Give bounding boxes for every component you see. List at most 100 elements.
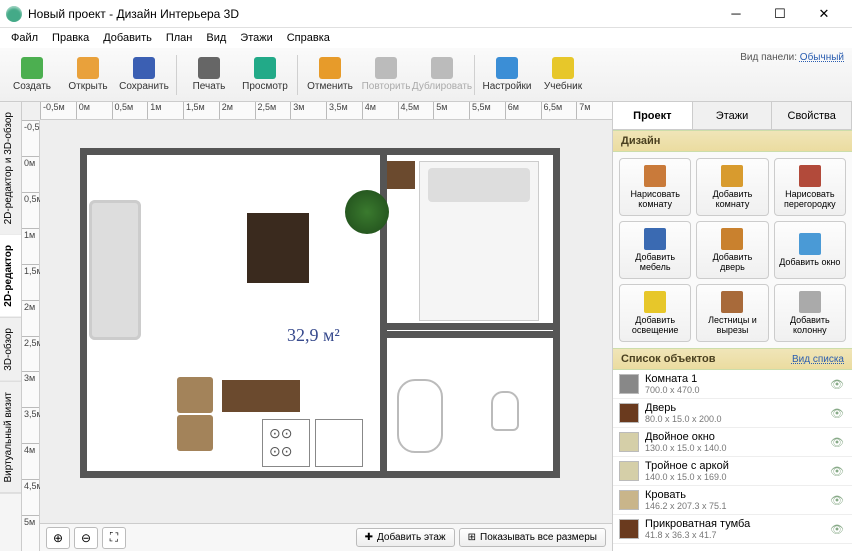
furniture-bed[interactable] bbox=[419, 161, 539, 321]
furniture-bathtub[interactable] bbox=[397, 379, 443, 453]
tool-Добавить окно[interactable]: Добавить окно bbox=[774, 221, 846, 279]
object-item[interactable]: Двойное окно130.0 x 15.0 x 140.0👁 bbox=[613, 428, 852, 457]
toolbar-Сохранить[interactable]: Сохранить bbox=[116, 51, 172, 99]
vertical-ruler: -0,5м0м0,5м1м1,5м2м2,5м3м3,5м4м4,5м5м bbox=[22, 120, 40, 551]
tool-Добавить дверь[interactable]: Добавить дверь bbox=[696, 221, 768, 279]
object-thumb-icon bbox=[619, 403, 639, 423]
right-panel: ПроектЭтажиСвойства Дизайн Нарисовать ко… bbox=[612, 102, 852, 551]
furniture-plant[interactable] bbox=[345, 190, 389, 234]
add-floor-button[interactable]: ✚Добавить этаж bbox=[356, 528, 455, 547]
minimize-button[interactable]: ─ bbox=[714, 0, 758, 28]
object-dimensions: 80.0 x 15.0 x 200.0 bbox=[645, 414, 824, 424]
tool-Нарисовать комнату[interactable]: Нарисовать комнату bbox=[619, 158, 691, 216]
furniture-nightstand[interactable] bbox=[387, 161, 415, 189]
rtab-Свойства[interactable]: Свойства bbox=[772, 102, 852, 129]
furniture-tv-stand[interactable] bbox=[247, 213, 309, 283]
object-dimensions: 130.0 x 15.0 x 140.0 bbox=[645, 443, 824, 453]
tool-icon bbox=[721, 165, 743, 187]
show-all-dimensions-button[interactable]: ⊞Показывать все размеры bbox=[459, 528, 606, 547]
toolbar-Открыть[interactable]: Открыть bbox=[60, 51, 116, 99]
rtab-Проект[interactable]: Проект bbox=[613, 102, 693, 129]
menu-Файл[interactable]: Файл bbox=[4, 30, 45, 46]
furniture-countertop[interactable] bbox=[315, 419, 363, 467]
object-thumb-icon bbox=[619, 519, 639, 539]
object-name: Прикроватная тумба bbox=[645, 518, 824, 530]
furniture-stove[interactable] bbox=[262, 419, 310, 467]
menu-Добавить[interactable]: Добавить bbox=[96, 30, 159, 46]
visibility-icon[interactable]: 👁 bbox=[830, 494, 846, 507]
object-item[interactable]: Дверь80.0 x 15.0 x 200.0 👁 bbox=[613, 399, 852, 428]
panel-view-label: Вид панели: Обычный bbox=[740, 52, 844, 63]
object-name: Кровать bbox=[645, 489, 824, 501]
object-item[interactable]: Тройное с аркой140.0 x 15.0 x 169.0👁 bbox=[613, 457, 852, 486]
visibility-icon[interactable]: 👁 bbox=[830, 407, 846, 420]
object-thumb-icon bbox=[619, 490, 639, 510]
menu-План[interactable]: План bbox=[159, 30, 200, 46]
furniture-chair[interactable] bbox=[177, 377, 213, 413]
tool-icon bbox=[721, 228, 743, 250]
object-list: Комната 1700.0 x 470.0👁Дверь80.0 x 15.0 … bbox=[613, 370, 852, 551]
horizontal-ruler: -0,5м0м0,5м1м1,5м2м2,5м3м3,5м4м4,5м5м5,5… bbox=[40, 102, 612, 120]
menu-Этажи[interactable]: Этажи bbox=[233, 30, 279, 46]
vtab-0[interactable]: 2D-редактор и 3D-обзор bbox=[0, 102, 21, 235]
furniture-sideboard[interactable] bbox=[222, 380, 300, 412]
menu-Правка[interactable]: Правка bbox=[45, 30, 96, 46]
furniture-toilet[interactable] bbox=[491, 391, 519, 431]
object-name: Комната 1 bbox=[645, 373, 824, 385]
toolbar-separator bbox=[297, 55, 298, 95]
object-thumb-icon bbox=[619, 374, 639, 394]
toolbar-Просмотр[interactable]: Просмотр bbox=[237, 51, 293, 99]
object-item[interactable]: Кровать146.2 x 207.3 x 75.1👁 bbox=[613, 486, 852, 515]
toolbar-separator bbox=[474, 55, 475, 95]
furniture-chair[interactable] bbox=[177, 415, 213, 451]
vtab-1[interactable]: 2D-редактор bbox=[0, 235, 21, 318]
list-view-link[interactable]: Вид списка bbox=[792, 354, 844, 365]
tool-Лестницы и вырезы[interactable]: Лестницы и вырезы bbox=[696, 284, 768, 342]
zoom-out-button[interactable]: ⊖ bbox=[74, 527, 98, 549]
tool-Добавить мебель[interactable]: Добавить мебель bbox=[619, 221, 691, 279]
tool-icon bbox=[721, 291, 743, 313]
zoom-fit-button[interactable]: ⛶ bbox=[102, 527, 126, 549]
panel-view-link[interactable]: Обычный bbox=[800, 52, 844, 63]
app-logo-icon bbox=[6, 6, 22, 22]
Создать-icon bbox=[21, 57, 43, 79]
canvas[interactable]: 32,9 м² ⊕ ⊖ ⛶ ✚Добавить этаж ⊞Показывать… bbox=[40, 120, 612, 551]
design-tools: Нарисовать комнатуДобавить комнатуНарисо… bbox=[613, 152, 852, 348]
zoom-in-button[interactable]: ⊕ bbox=[46, 527, 70, 549]
rtab-Этажи[interactable]: Этажи bbox=[693, 102, 773, 129]
toolbar-Отменить[interactable]: Отменить bbox=[302, 51, 358, 99]
tool-icon bbox=[644, 165, 666, 187]
menu-Вид[interactable]: Вид bbox=[199, 30, 233, 46]
toolbar-Создать[interactable]: Создать bbox=[4, 51, 60, 99]
toolbar-Повторить: Повторить bbox=[358, 51, 414, 99]
Печать-icon bbox=[198, 57, 220, 79]
tool-Добавить колонну[interactable]: Добавить колонну bbox=[774, 284, 846, 342]
object-dimensions: 41.8 x 36.3 x 41.7 bbox=[645, 530, 824, 540]
visibility-icon[interactable]: 👁 bbox=[830, 378, 846, 391]
object-item[interactable]: Прикроватная тумба41.8 x 36.3 x 41.7 👁 bbox=[613, 515, 852, 544]
Дублировать-icon bbox=[431, 57, 453, 79]
menu-Справка[interactable]: Справка bbox=[280, 30, 337, 46]
tool-Нарисовать перегородку[interactable]: Нарисовать перегородку bbox=[774, 158, 846, 216]
object-name: Дверь bbox=[645, 402, 824, 414]
furniture-sofa[interactable] bbox=[89, 200, 141, 340]
vtab-2[interactable]: 3D-обзор bbox=[0, 318, 21, 382]
tool-Добавить комнату[interactable]: Добавить комнату bbox=[696, 158, 768, 216]
toolbar-Настройки[interactable]: Настройки bbox=[479, 51, 535, 99]
maximize-button[interactable]: ☐ bbox=[758, 0, 802, 28]
floor-plan[interactable]: 32,9 м² bbox=[80, 148, 560, 478]
visibility-icon[interactable]: 👁 bbox=[830, 436, 846, 449]
tool-Добавить освещение[interactable]: Добавить освещение bbox=[619, 284, 691, 342]
visibility-icon[interactable]: 👁 bbox=[830, 523, 846, 536]
toolbar-Печать[interactable]: Печать bbox=[181, 51, 237, 99]
visibility-icon[interactable]: 👁 bbox=[830, 465, 846, 478]
object-item[interactable]: Комната 1700.0 x 470.0👁 bbox=[613, 370, 852, 399]
tool-icon bbox=[644, 291, 666, 313]
toolbar-separator bbox=[176, 55, 177, 95]
vtab-3[interactable]: Виртуальный визит bbox=[0, 382, 21, 494]
close-button[interactable]: ✕ bbox=[802, 0, 846, 28]
toolbar-Учебник[interactable]: Учебник bbox=[535, 51, 591, 99]
object-thumb-icon bbox=[619, 461, 639, 481]
tool-icon bbox=[644, 228, 666, 250]
Просмотр-icon bbox=[254, 57, 276, 79]
